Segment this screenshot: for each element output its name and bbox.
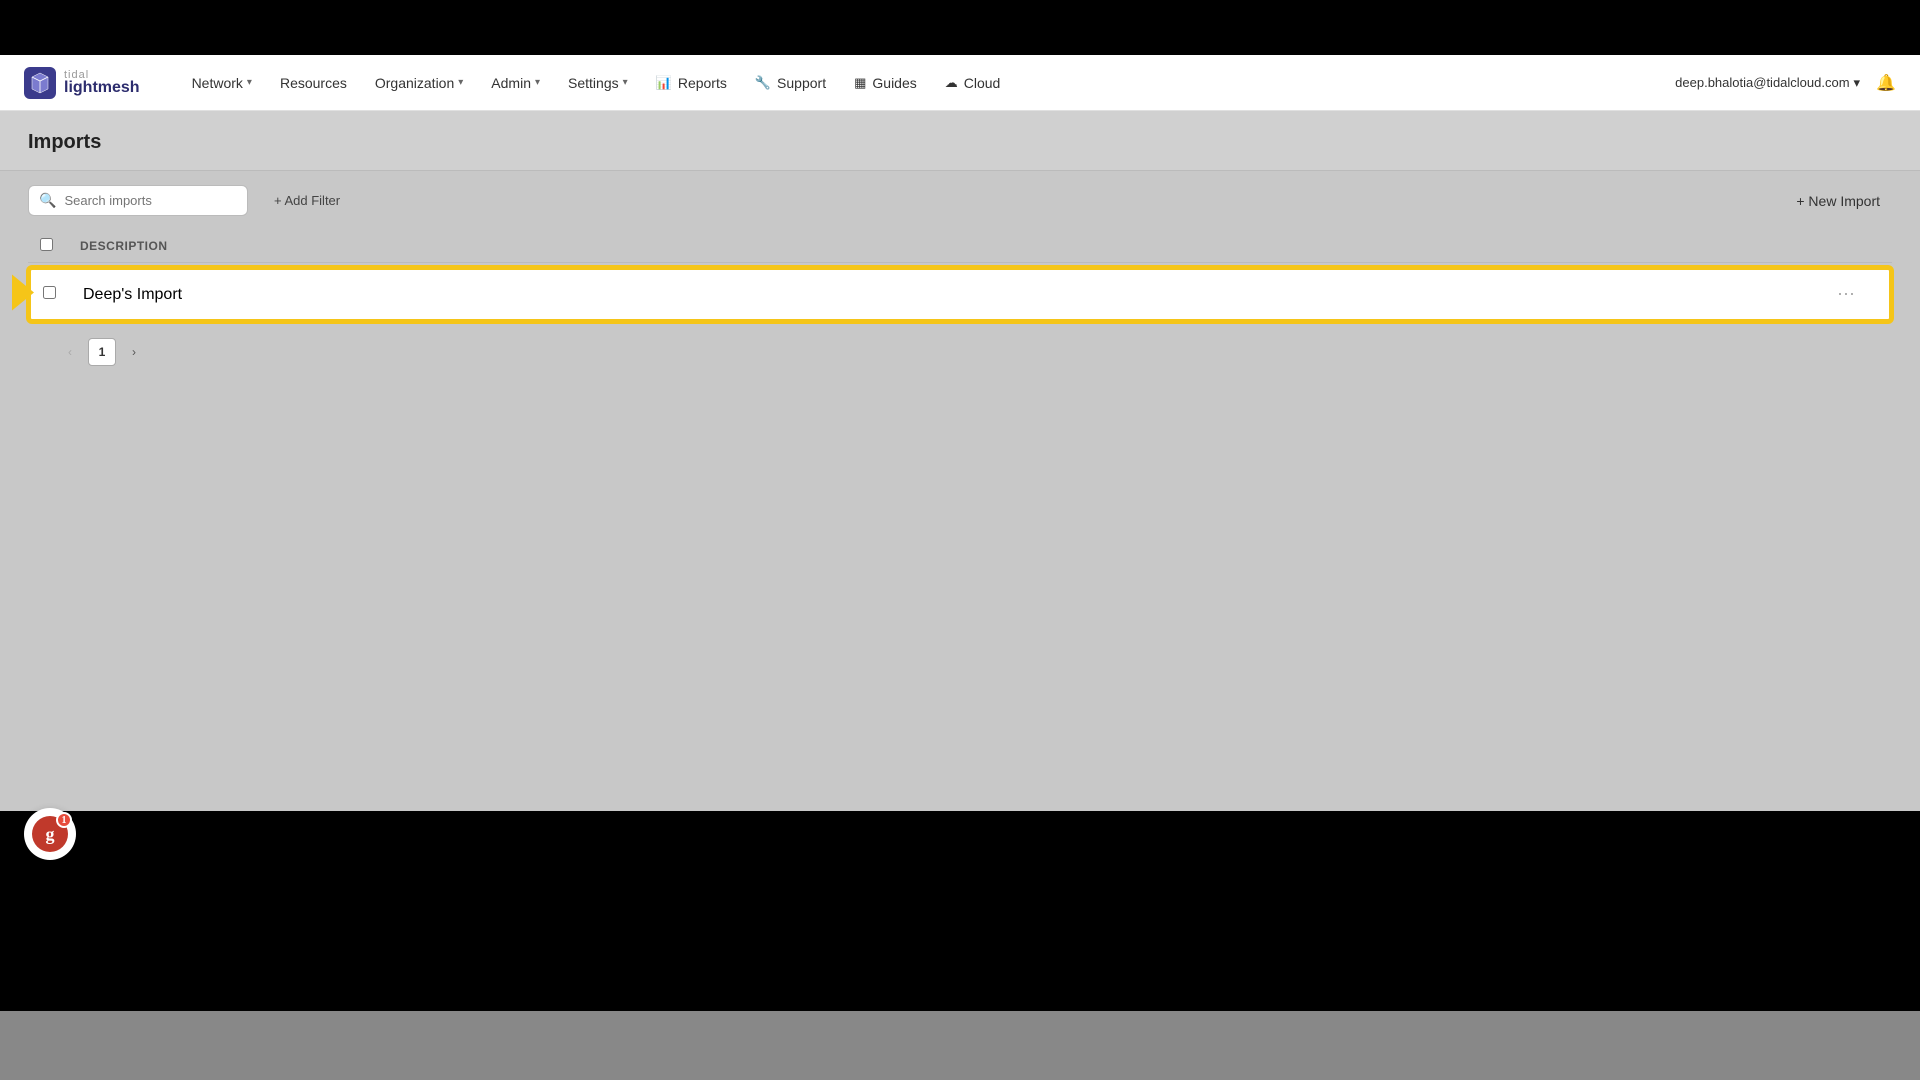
main-wrapper: tidal lightmesh Network ▾ Resources Orga… [0,55,1920,811]
select-all-checkbox[interactable] [40,238,53,251]
import-row-name: Deep's Import [83,286,1837,304]
new-import-label: + New Import [1796,193,1880,209]
g2-badge[interactable]: g 1 [24,808,76,860]
nav-cloud-label: Cloud [964,75,1001,91]
toolbar: 🔍 + Add Filter + New Import [0,171,1920,230]
navbar-nav: Network ▾ Resources Organization ▾ Admin… [180,69,1676,97]
user-email[interactable]: deep.bhalotia@tidalcloud.com ▾ [1675,75,1860,91]
g2-notification-badge: 1 [56,812,72,828]
nav-item-support[interactable]: 🔧 Support [743,69,838,97]
nav-item-guides[interactable]: ▦ Guides [842,69,929,97]
page-header: Imports [0,111,1920,171]
table-row[interactable]: Deep's Import ⋯ [28,267,1892,322]
nav-org-label: Organization [375,75,454,91]
row-actions-menu[interactable]: ⋯ [1837,284,1877,305]
nav-settings-label: Settings [568,75,619,91]
add-filter-button[interactable]: + Add Filter [264,187,350,214]
logo[interactable]: tidal lightmesh [24,67,140,99]
page-1-button[interactable]: 1 [88,338,116,366]
row-checkbox-container [43,286,83,304]
new-import-button[interactable]: + New Import [1784,187,1892,215]
col-check [40,238,80,254]
next-icon: › [132,345,136,359]
nav-item-organization[interactable]: Organization ▾ [363,69,475,97]
pagination: ‹ 1 › [28,326,1892,378]
bar-chart-icon: 📊 [656,75,672,91]
nav-item-settings[interactable]: Settings ▾ [556,69,640,97]
table-area: Description Deep's Import ⋯ [0,230,1920,378]
prev-icon: ‹ [68,345,72,359]
navbar: tidal lightmesh Network ▾ Resources Orga… [0,55,1920,111]
black-bar-top [0,0,1920,55]
search-input[interactable] [64,193,237,208]
grid-icon: ▦ [854,75,866,91]
g2-badge-icon: g 1 [32,816,68,852]
black-bar-bottom [0,811,1920,1011]
nav-item-network[interactable]: Network ▾ [180,69,264,97]
table-header: Description [28,230,1892,263]
nav-resources-label: Resources [280,75,347,91]
search-icon: 🔍 [39,192,56,209]
user-email-text: deep.bhalotia@tidalcloud.com [1675,75,1849,90]
nav-support-label: Support [777,75,826,91]
bell-icon[interactable]: 🔔 [1876,73,1896,93]
logo-product: lightmesh [64,79,140,97]
nav-network-label: Network [192,75,243,91]
nav-guides-label: Guides [872,75,916,91]
nav-admin-label: Admin [491,75,531,91]
cloud-icon: ☁ [945,75,958,91]
prev-page-button[interactable]: ‹ [56,338,84,366]
logo-icon [24,67,56,99]
nav-reports-label: Reports [678,75,727,91]
search-box: 🔍 [28,185,248,216]
nav-item-resources[interactable]: Resources [268,69,359,97]
chevron-down-icon: ▾ [247,77,252,88]
g2-notification-count: 1 [62,815,67,826]
row-arrow-indicator [12,274,34,315]
page-1-label: 1 [99,345,106,359]
right-arrow-icon [12,274,34,310]
g2-letter: g [46,824,55,845]
page-content: Imports 🔍 + Add Filter + New Import Desc [0,111,1920,811]
chevron-down-icon: ▾ [458,77,463,88]
wrench-icon: 🔧 [755,75,771,91]
page-title: Imports [28,131,1892,154]
logo-text-group: tidal lightmesh [64,69,140,97]
nav-item-cloud[interactable]: ☁ Cloud [933,69,1013,97]
next-page-button[interactable]: › [120,338,148,366]
import-rows-container: Deep's Import ⋯ [28,263,1892,326]
user-dropdown-chevron: ▾ [1854,75,1861,91]
nav-item-admin[interactable]: Admin ▾ [479,69,552,97]
chevron-down-icon: ▾ [535,77,540,88]
col-description-header: Description [80,239,1840,253]
navbar-right: deep.bhalotia@tidalcloud.com ▾ 🔔 [1675,73,1896,93]
chevron-down-icon: ▾ [623,77,628,88]
nav-item-reports[interactable]: 📊 Reports [644,69,739,97]
add-filter-label: + Add Filter [274,193,340,208]
row-select-checkbox[interactable] [43,286,56,299]
